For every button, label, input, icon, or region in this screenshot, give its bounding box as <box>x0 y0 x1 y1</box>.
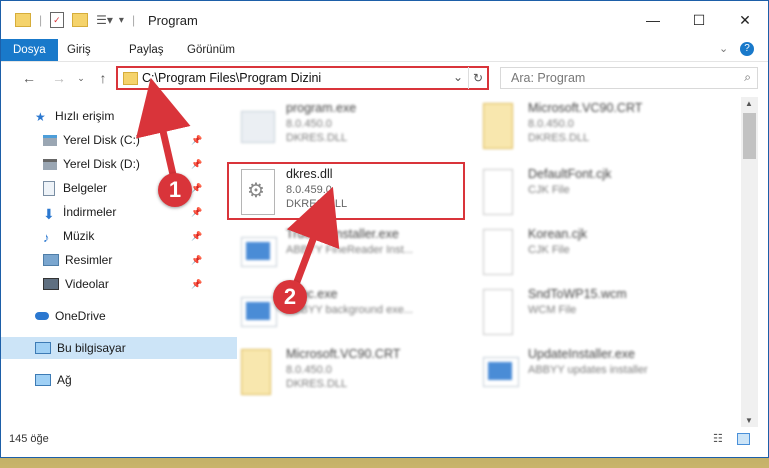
explorer-window: | ✓ ☰▾ ▾ | Program — ☐ ✕ Dosya Giriş Pay… <box>0 0 769 458</box>
large-icons-view-icon[interactable] <box>737 433 750 445</box>
step-badge-2: 2 <box>273 280 307 314</box>
item-count: 145 öğe <box>9 433 49 445</box>
scroll-up-icon[interactable]: ▲ <box>745 99 753 108</box>
details-view-icon[interactable]: ☷ <box>713 432 723 445</box>
arrow-1 <box>135 77 191 180</box>
scrollbar-thumb[interactable] <box>743 113 756 159</box>
arrow-2 <box>286 186 340 289</box>
scroll-down-icon[interactable]: ▼ <box>745 416 753 425</box>
annotation-arrows <box>135 77 340 289</box>
status-bar: 145 öğe ☷ <box>1 428 768 450</box>
vertical-scrollbar[interactable]: ▲ ▼ <box>741 97 758 427</box>
step-badge-1: 1 <box>158 173 192 207</box>
